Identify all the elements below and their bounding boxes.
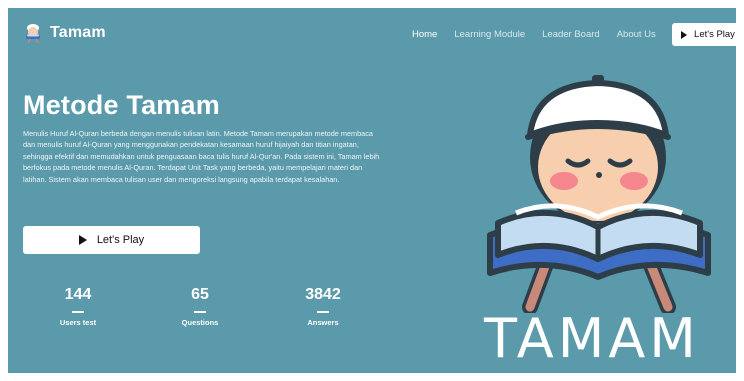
stat-value: 144	[64, 286, 92, 303]
nav-link-learning-module[interactable]: Learning Module	[454, 29, 525, 40]
stat-label: Answers	[307, 318, 339, 327]
page-frame: Tamam Home Learning Module Leader Board …	[8, 8, 736, 373]
tamam-wordmark: TAMAM	[484, 307, 700, 370]
stat-answers: 3842 Answers	[283, 286, 363, 327]
nav-link-about-us[interactable]: About Us	[617, 29, 656, 40]
stat-divider	[72, 311, 84, 313]
boy-reading-logo-icon	[26, 24, 40, 44]
brand-name: Tamam	[50, 24, 106, 41]
stat-users-test: 144 Users test	[38, 286, 118, 327]
boy-reading-quran-icon	[487, 75, 711, 313]
stats-row: 144 Users test 65 Questions 3842 Answers	[38, 286, 368, 346]
hero-lets-play-button[interactable]: Let's Play	[23, 226, 200, 254]
stat-divider	[317, 311, 329, 313]
nav-lets-play-label: Let's Play	[694, 29, 735, 40]
nav-lets-play-button[interactable]: Let's Play	[672, 23, 736, 46]
nav-link-home[interactable]: Home	[412, 29, 437, 40]
navbar: Tamam Home Learning Module Leader Board …	[8, 8, 736, 56]
play-icon	[78, 235, 87, 245]
stat-label: Questions	[181, 318, 219, 327]
hero-description: Menulis Huruf Al-Quran berbeda dengan me…	[23, 129, 380, 184]
play-icon	[681, 30, 688, 39]
stat-value: 3842	[305, 286, 341, 303]
hero-lets-play-label: Let's Play	[96, 234, 145, 246]
brand[interactable]: Tamam	[22, 22, 106, 44]
nav-links: Home Learning Module Leader Board About …	[412, 29, 673, 40]
nav-link-leader-board[interactable]: Leader Board	[542, 29, 600, 40]
hero-title: Metode Tamam	[23, 90, 220, 120]
stat-label: Users test	[59, 318, 97, 327]
stat-value: 65	[191, 286, 209, 303]
stat-divider	[194, 311, 206, 313]
stat-questions: 65 Questions	[160, 286, 240, 327]
